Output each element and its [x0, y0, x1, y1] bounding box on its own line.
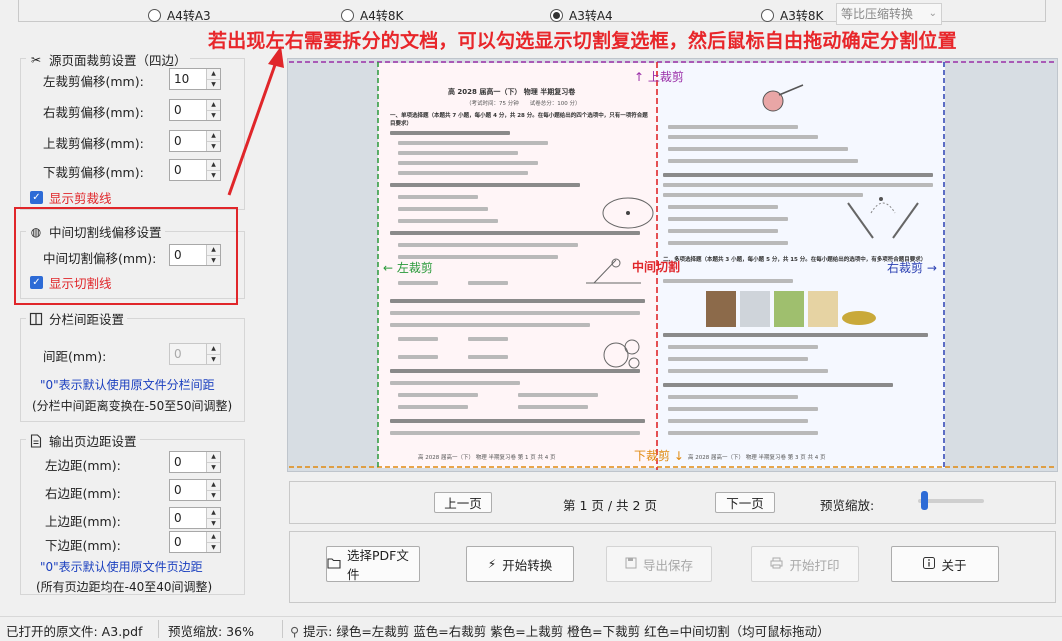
pager-bar: 上一页 第 1 页 / 共 2 页 下一页 预览缩放: [289, 481, 1056, 524]
select-pdf-button[interactable]: 选择PDF文件 [326, 546, 420, 582]
status-hint-text: 提示: 绿色=左裁剪 蓝色=右裁剪 紫色=上裁剪 橙色=下裁剪 红色=中间切割（… [303, 624, 830, 639]
zoom-label: 预览缩放: [820, 498, 875, 513]
bottom-crop-label-tag: 下裁剪 ↓ [634, 449, 684, 463]
next-page-label: 下一页 [726, 496, 764, 511]
next-page-button[interactable]: 下一页 [715, 492, 775, 513]
prev-page-button[interactable]: 上一页 [434, 492, 492, 513]
status-hint: ⚲ 提示: 绿色=左裁剪 蓝色=右裁剪 紫色=上裁剪 橙色=下裁剪 红色=中间切… [290, 621, 830, 640]
status-divider [282, 620, 283, 638]
start-print-label: 开始打印 [789, 557, 840, 573]
export-save-button[interactable]: 导出保存 [606, 546, 712, 582]
save-icon [625, 557, 637, 572]
right-crop-label-tag: 右裁剪 → [887, 261, 937, 275]
lightning-icon: ⚡ [487, 557, 497, 571]
page-indicator: 第 1 页 / 共 2 页 [563, 498, 657, 513]
status-bar: 已打开的原文件: A3.pdf 预览缩放: 36% ⚲ 提示: 绿色=左裁剪 蓝… [0, 616, 1062, 641]
top-crop-label-tag: ↑ 上裁剪 [634, 70, 684, 84]
status-divider [158, 620, 159, 638]
prev-page-label: 上一页 [444, 496, 482, 511]
export-save-label: 导出保存 [642, 557, 693, 573]
start-print-button[interactable]: 开始打印 [751, 546, 859, 582]
start-convert-button[interactable]: ⚡ 开始转换 [466, 546, 574, 582]
folder-icon [327, 557, 341, 572]
about-label: 关于 [941, 557, 967, 573]
left-crop-label-tag: ← 左裁剪 [383, 261, 433, 275]
middle-split-label-tag: 中间切割 [632, 260, 681, 274]
action-bar: 选择PDF文件 ⚡ 开始转换 导出保存 开始打印 关于 [289, 531, 1056, 603]
select-pdf-label: 选择PDF文件 [347, 548, 409, 582]
start-convert-label: 开始转换 [502, 557, 553, 573]
status-zoom: 预览缩放: 36% [168, 624, 254, 639]
status-file: 已打开的原文件: A3.pdf [6, 624, 143, 639]
zoom-slider-thumb[interactable] [920, 491, 928, 510]
info-icon [923, 556, 936, 572]
printer-icon [770, 557, 783, 572]
lightbulb-icon: ⚲ [290, 624, 300, 639]
about-button[interactable]: 关于 [891, 546, 999, 582]
